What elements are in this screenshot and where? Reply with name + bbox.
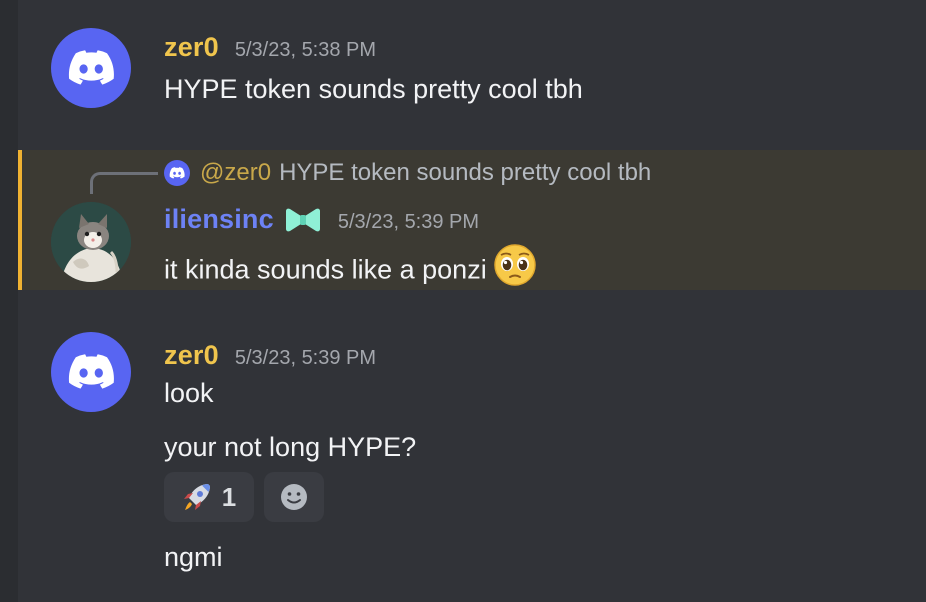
avatar[interactable]	[51, 332, 131, 412]
nitro-bow-badge-icon[interactable]	[284, 208, 322, 237]
add-reaction-button[interactable]	[264, 472, 324, 522]
reaction-count: 1	[221, 481, 237, 512]
discord-logo-icon	[68, 354, 114, 389]
username[interactable]: zer0	[164, 32, 219, 63]
message-text: look	[164, 378, 214, 408]
reactions-bar: 1	[164, 472, 324, 522]
message-2: iliensinc 5/3/23, 5:39 PM it kinda sound…	[18, 150, 926, 290]
message-text: it kinda sounds like a ponzi	[164, 254, 487, 285]
avatar-cat[interactable]	[51, 202, 131, 282]
avatar[interactable]	[51, 28, 131, 108]
message-header: zer0 5/3/23, 5:39 PM	[164, 340, 376, 371]
message-header: zer0 5/3/23, 5:38 PM	[164, 32, 376, 63]
timestamp[interactable]: 5/3/23, 5:39 PM	[338, 211, 479, 234]
timestamp[interactable]: 5/3/23, 5:38 PM	[235, 39, 376, 62]
left-gutter	[0, 0, 18, 602]
timestamp[interactable]: 5/3/23, 5:39 PM	[235, 347, 376, 370]
pleading-face-icon[interactable]	[493, 243, 537, 294]
reaction-rocket[interactable]: 1	[164, 472, 254, 522]
chat-area: zer0 5/3/23, 5:38 PM HYPE token sounds p…	[18, 0, 926, 602]
message-1: zer0 5/3/23, 5:38 PM HYPE token sounds p…	[18, 0, 926, 140]
message-text: ngmi	[164, 542, 223, 572]
username[interactable]: iliensinc	[164, 204, 274, 235]
message-text-row: it kinda sounds like a ponzi	[164, 243, 537, 297]
message-text: HYPE token sounds pretty cool tbh	[164, 74, 583, 104]
username[interactable]: zer0	[164, 340, 219, 371]
discord-logo-icon	[68, 50, 114, 85]
rocket-icon	[183, 484, 210, 510]
smile-icon	[281, 484, 307, 510]
message-header: iliensinc 5/3/23, 5:39 PM	[164, 204, 479, 235]
message-text: your not long HYPE?	[164, 432, 417, 462]
cat-photo-icon	[51, 202, 131, 282]
message-3: zer0 5/3/23, 5:39 PM look your not long …	[18, 300, 926, 602]
